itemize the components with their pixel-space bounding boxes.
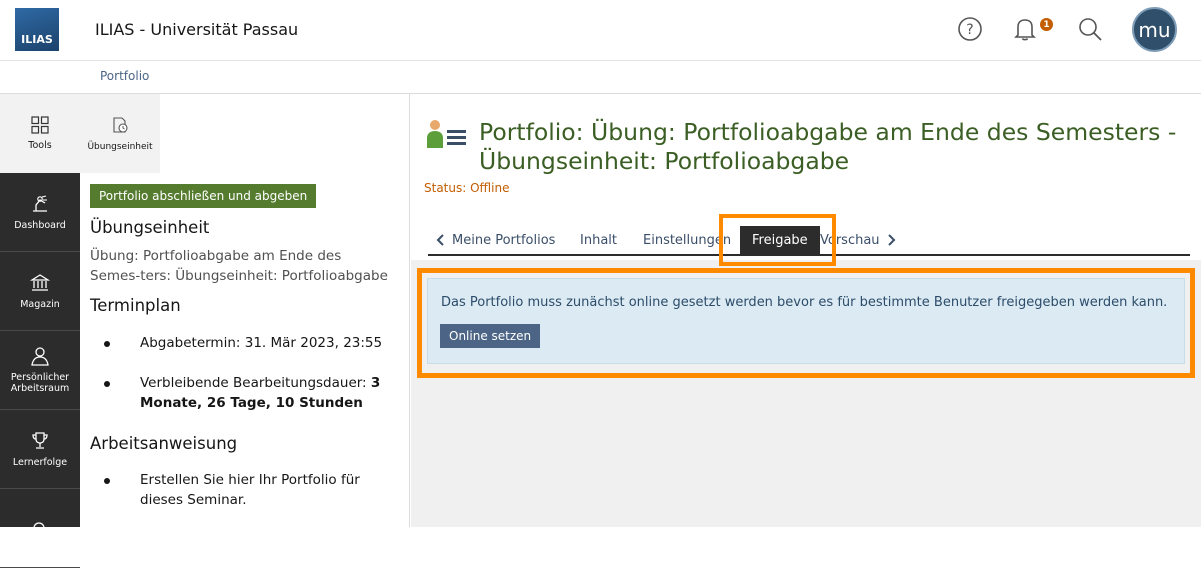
notification-bell-icon[interactable] xyxy=(1010,14,1040,44)
remaining-time-label: Verbleibende Bearbeitungsdauer: xyxy=(140,375,371,391)
mainbar-item-lernerfolge[interactable]: Lernerfolge xyxy=(0,410,80,489)
chevron-right-icon xyxy=(887,234,895,246)
tool-tab-exercise-unit[interactable]: Übungseinheit xyxy=(80,94,160,173)
breadcrumb-portfolio[interactable]: Portfolio xyxy=(100,69,149,83)
breadcrumb-bar: Portfolio xyxy=(0,61,1201,94)
tool-slate: Portfolio abschließen und abgeben Übungs… xyxy=(80,173,410,527)
bullet xyxy=(104,381,110,387)
mainbar-label-dashboard: Dashboard xyxy=(14,219,66,231)
trophy-icon xyxy=(32,431,48,449)
tab-back-my-portfolios[interactable]: Meine Portfolios xyxy=(436,226,555,254)
portfolio-icon xyxy=(427,120,466,148)
notification-badge: 1 xyxy=(1040,18,1053,31)
mainbar-label-magazin: Magazin xyxy=(20,298,60,310)
main-content: Portfolio: Übung: Portfolioabgabe am End… xyxy=(411,94,1201,527)
tab-settings[interactable]: Einstellungen xyxy=(643,226,731,254)
grid-icon xyxy=(31,116,49,134)
mainbar-item-magazin[interactable]: Magazin xyxy=(0,252,80,331)
mainbar-item-dashboard[interactable]: Dashboard xyxy=(0,173,80,252)
exercise-unit-description: Übung: Portfolioabgabe am Ende des Semes… xyxy=(90,248,388,284)
mainbar-item-tools[interactable]: Tools xyxy=(0,94,80,173)
tab-back-label: Meine Portfolios xyxy=(452,232,556,248)
search-icon[interactable] xyxy=(1075,14,1105,44)
chevron-left-icon xyxy=(436,234,444,246)
exercise-icon xyxy=(113,116,128,133)
status-text: Status: Offline xyxy=(424,181,510,195)
ilias-logo[interactable]: ILIAS xyxy=(15,8,59,51)
heading-schedule: Terminplan xyxy=(90,296,181,315)
tool-tab-label: Übungseinheit xyxy=(87,141,153,152)
remaining-time: Verbleibende Bearbeitungsdauer: 3 Monate… xyxy=(140,373,390,413)
slate-tool-tabs: Übungseinheit xyxy=(80,94,160,173)
mainbar-label-personal-workspace: Persönlicher Arbeitsraum xyxy=(10,372,70,394)
user-avatar[interactable]: mu xyxy=(1132,7,1177,52)
mainbar-item-more[interactable] xyxy=(0,489,80,568)
highlight-message-box xyxy=(417,268,1195,378)
mainbar-label-tools: Tools xyxy=(28,140,52,151)
bullet xyxy=(104,478,110,484)
mainbar-item-personal-workspace[interactable]: Persönlicher Arbeitsraum xyxy=(0,331,80,410)
tab-content[interactable]: Inhalt xyxy=(580,226,617,254)
mainbar-label-lernerfolge: Lernerfolge xyxy=(12,456,68,468)
help-icon[interactable]: ? xyxy=(955,14,985,44)
submit-portfolio-button[interactable]: Portfolio abschließen und abgeben xyxy=(90,184,317,208)
deadline-text: Abgabetermin: 31. Mär 2023, 23:55 xyxy=(140,335,383,351)
app-title: ILIAS - Universität Passau xyxy=(95,20,299,39)
repository-icon xyxy=(30,273,50,291)
svg-text:?: ? xyxy=(966,22,973,38)
heading-instructions: Arbeitsanweisung xyxy=(90,434,238,453)
heading-exercise-unit: Übungseinheit xyxy=(90,218,210,237)
bullet xyxy=(104,341,110,347)
person-icon xyxy=(31,347,49,366)
more-icon xyxy=(33,522,45,534)
slate-tabs-filler xyxy=(160,94,410,173)
instruction-text: Erstellen Sie hier Ihr Portfolio für die… xyxy=(140,472,360,508)
highlight-share-tab xyxy=(719,214,836,266)
main-bar: Tools Dashboard Magazin Persönlicher Arb… xyxy=(0,94,80,568)
page-title: Portfolio: Übung: Portfolioabgabe am End… xyxy=(479,118,1177,175)
dashboard-icon xyxy=(33,194,47,212)
top-header: ILIAS ILIAS - Universität Passau ? 1 mu xyxy=(0,0,1201,61)
